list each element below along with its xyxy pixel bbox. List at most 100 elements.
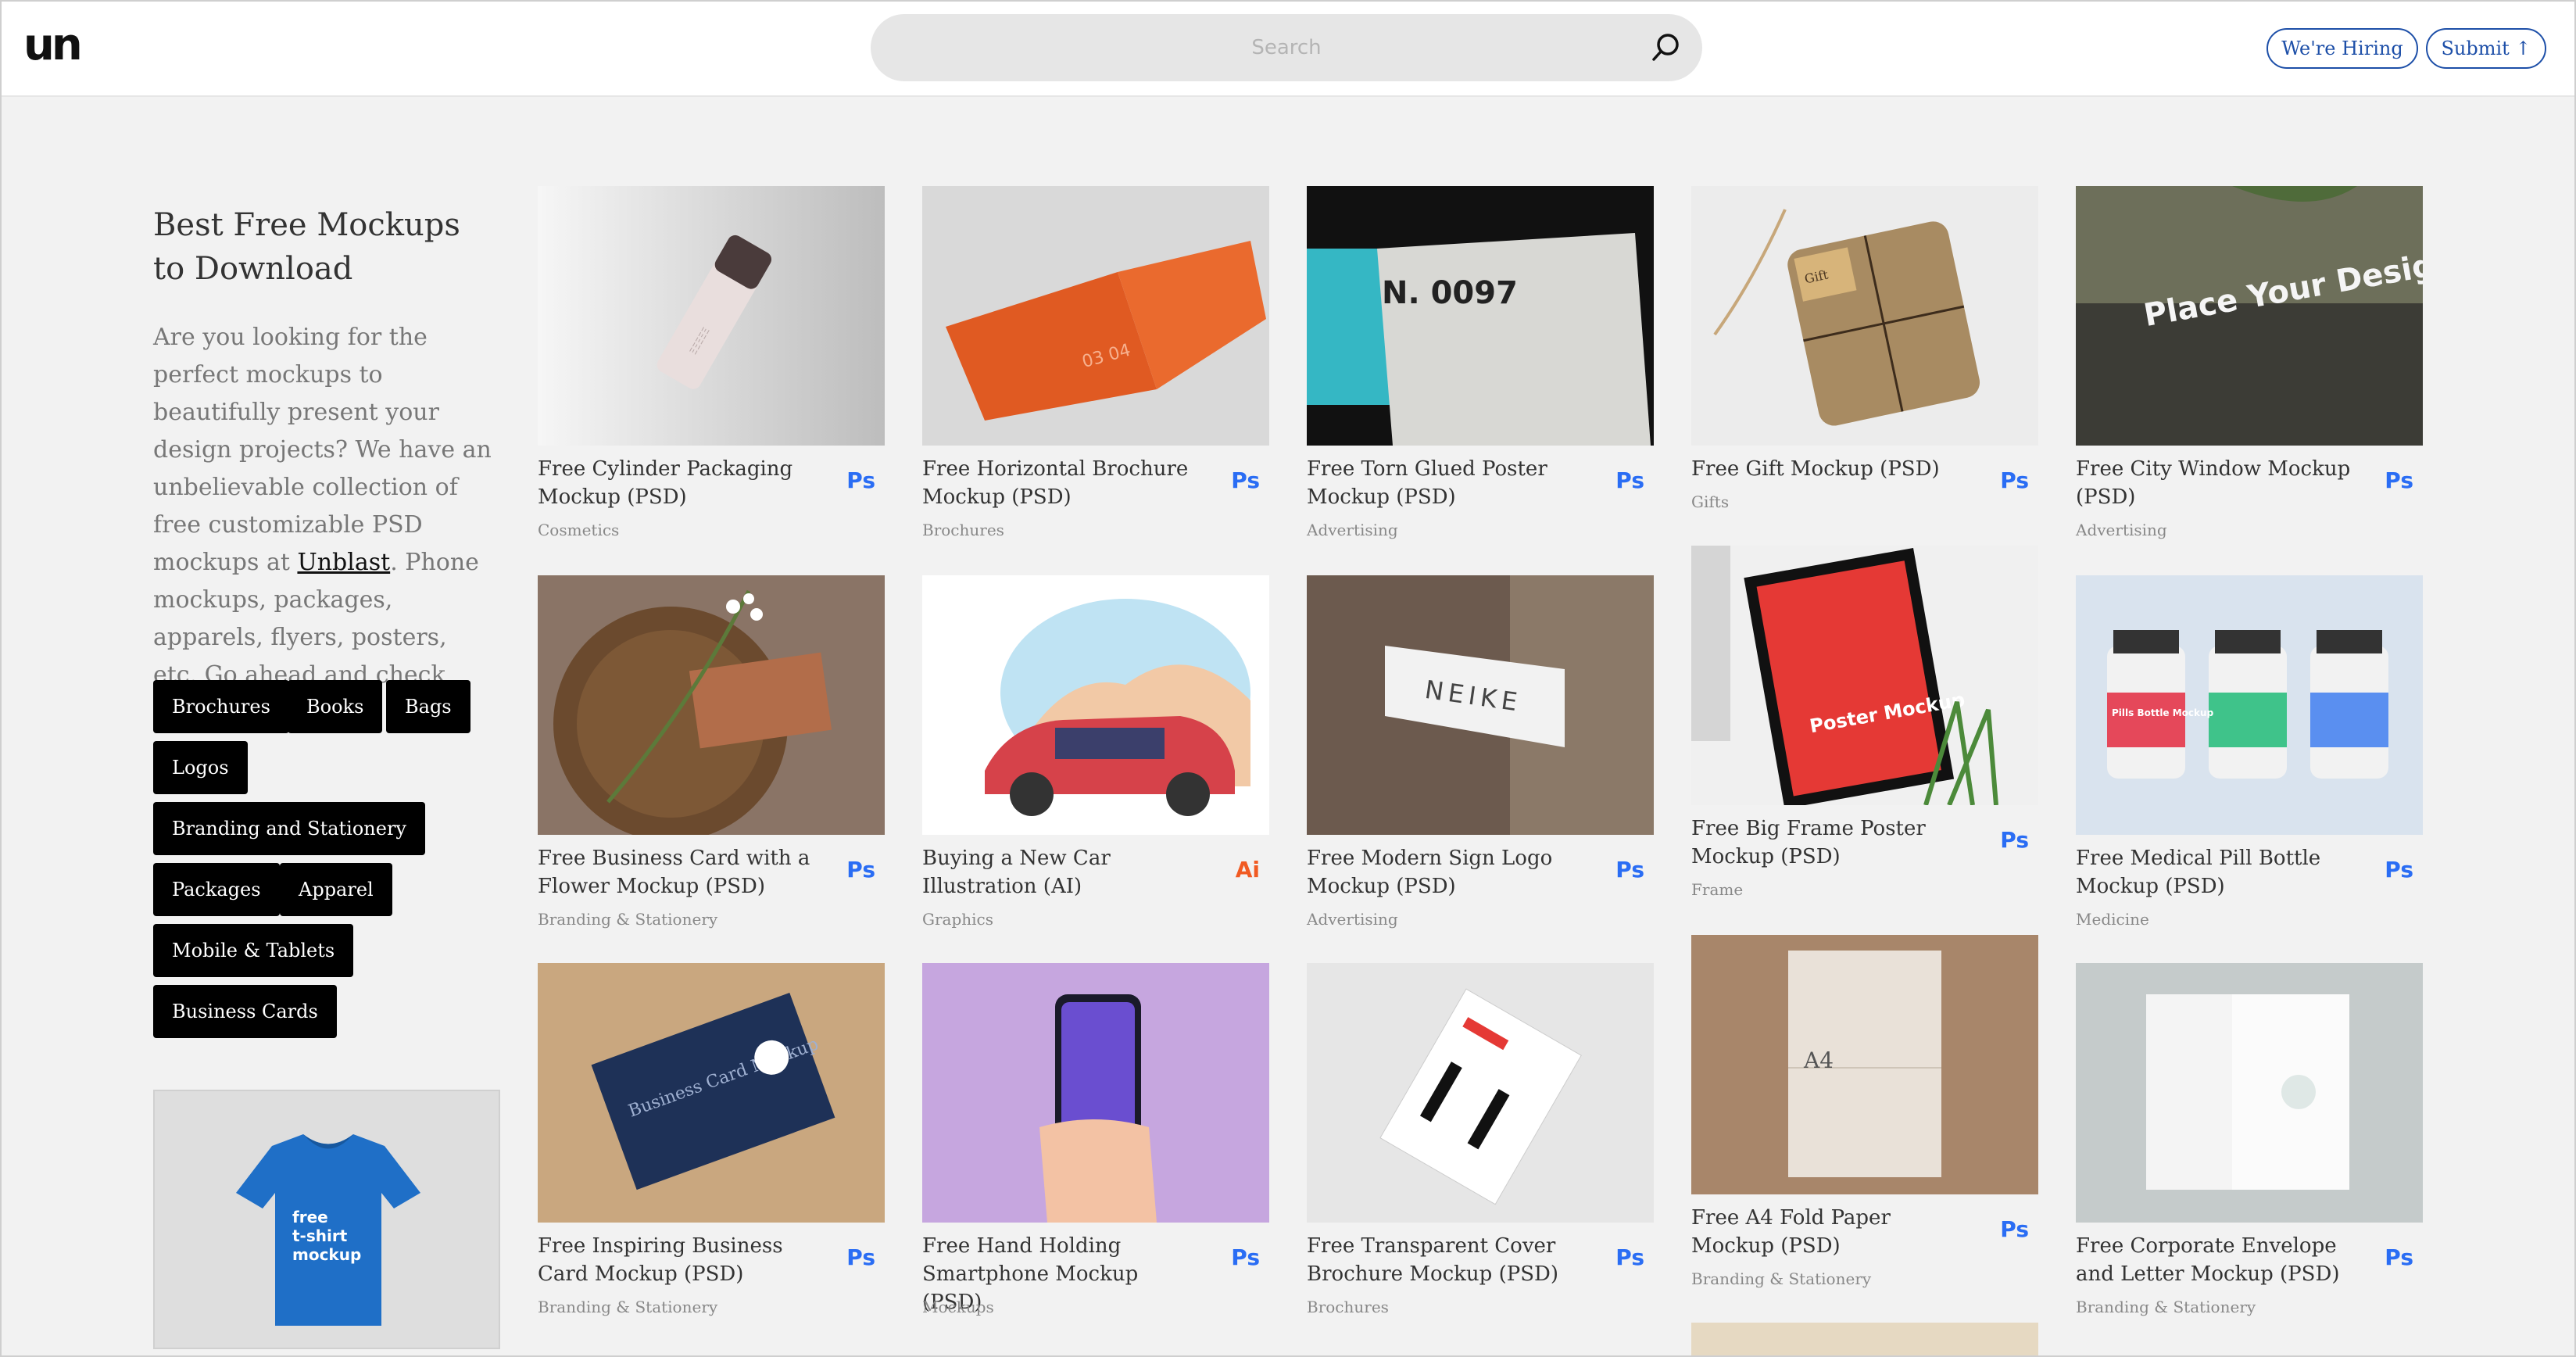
card-thumbnail[interactable]: Gift [1691,186,2038,446]
card-gift[interactable]: Gift Free Gift Mockup (PSD) Ps Gifts [1691,186,2038,511]
photoshop-badge: Ps [1615,1244,1644,1270]
card-thumbnail[interactable] [1691,1323,2038,1357]
tshirt-promo-image[interactable]: free t-shirt mockup [153,1090,500,1349]
photoshop-badge: Ps [2385,1244,2413,1270]
card-title[interactable]: Free City Window Mockup (PSD) [2076,455,2357,511]
card-thumbnail[interactable]: Place Your Design Here [2076,186,2423,446]
tag-packages[interactable]: Packages [153,863,280,916]
card-transparent-cover-brochure[interactable]: Free Transparent Cover Brochure Mockup (… [1307,963,1654,1316]
photoshop-badge: Ps [1231,467,1260,493]
card-a4-fold-paper[interactable]: A4 Free A4 Fold Paper Mockup (PSD) Ps Br… [1691,935,2038,1288]
intro-paragraph: Are you looking for the perfect mockups … [153,319,497,732]
tag-logos[interactable]: Logos [153,741,248,794]
unblast-link[interactable]: Unblast [297,549,390,576]
card-title[interactable]: Free Gift Mockup (PSD) [1691,455,1973,483]
card-thumbnail[interactable]: Pills Bottle Mockup [2076,575,2423,835]
tag-brochures[interactable]: Brochures [153,680,289,733]
card-thumbnail[interactable] [922,963,1269,1223]
tag-books[interactable]: Books [288,680,383,733]
card-category[interactable]: Branding & Stationery [538,1298,717,1316]
tag-bags[interactable]: Bags [386,680,470,733]
card-title[interactable]: Free Torn Glued Poster Mockup (PSD) [1307,455,1588,511]
search-bar[interactable] [871,14,1702,81]
card-torn-glued-poster[interactable]: N. 0097 Free Torn Glued Poster Mockup (P… [1307,186,1654,539]
photoshop-badge: Ps [846,1244,875,1270]
card-inspiring-business-card[interactable]: Business Card Mockup Free Inspiring Busi… [538,963,885,1316]
card-thumbnail[interactable]: N. 0097 [1307,186,1654,446]
card-thumbnail[interactable]: Poster Mockup [1691,546,2038,805]
card-medical-pill-bottle[interactable]: Pills Bottle Mockup Free Medical Pill Bo… [2076,575,2423,929]
tshirt-line3: mockup [292,1245,361,1264]
tag-mobile-tablets[interactable]: Mobile & Tablets [153,924,354,977]
illustrator-badge: Ai [1235,857,1260,883]
tshirt-line2: t-shirt [292,1226,348,1245]
were-hiring-button[interactable]: We're Hiring [2267,28,2418,69]
top-header: un We're Hiring Submit ↑ [0,0,2576,97]
tag-business-cards[interactable]: Business Cards [153,985,337,1038]
page-title: Best Free Mockups to Download [153,207,460,287]
photoshop-badge: Ps [1231,1244,1260,1270]
card-category[interactable]: Branding & Stationery [538,910,717,929]
tag-branding-stationery[interactable]: Branding and Stationery [153,802,425,855]
card-category[interactable]: Gifts [1691,492,1729,511]
card-thumbnail[interactable] [2076,963,2423,1223]
card-thumbnail[interactable]: ΞΞΞΞΞ [538,186,885,446]
card-category[interactable]: Cosmetics [538,521,619,539]
card-title[interactable]: Buying a New Car Illustration (AI) [922,844,1204,900]
card-category[interactable]: Advertising [1307,910,1398,929]
search-icon[interactable] [1649,30,1683,65]
card-business-card-flower[interactable]: Free Business Card with a Flower Mockup … [538,575,885,929]
card-category[interactable]: Frame [1691,880,1743,899]
photoshop-badge: Ps [1615,857,1644,883]
card-title[interactable]: Free Horizontal Brochure Mockup (PSD) [922,455,1204,511]
thumb-label: A4 [1803,1047,1834,1073]
card-thumbnail[interactable] [538,575,885,835]
card-category[interactable]: Medicine [2076,910,2149,929]
card-category[interactable]: Branding & Stationery [1691,1269,1871,1288]
card-hand-smartphone[interactable]: Free Hand Holding Smartphone Mockup (PSD… [922,963,1269,1316]
card-thumbnail[interactable]: NEIKE [1307,575,1654,835]
submit-button[interactable]: Submit ↑ [2426,28,2546,69]
photoshop-badge: Ps [2385,857,2413,883]
card-next-partial[interactable] [1691,1323,2038,1357]
card-category[interactable]: Advertising [1307,521,1398,539]
card-title[interactable]: Free Modern Sign Logo Mockup (PSD) [1307,844,1588,900]
card-modern-sign-logo[interactable]: NEIKE Free Modern Sign Logo Mockup (PSD)… [1307,575,1654,929]
card-title[interactable]: Free Big Frame Poster Mockup (PSD) [1691,815,1973,871]
card-title[interactable]: Free Cylinder Packaging Mockup (PSD) [538,455,819,511]
tshirt-illustration: free t-shirt mockup [155,1091,499,1348]
card-big-frame-poster[interactable]: Poster Mockup Free Big Frame Poster Mock… [1691,546,2038,899]
photoshop-badge: Ps [846,857,875,883]
card-title[interactable]: Free Medical Pill Bottle Mockup (PSD) [2076,844,2357,900]
card-category[interactable]: Advertising [2076,521,2167,539]
card-corporate-envelope[interactable]: Free Corporate Envelope and Letter Mocku… [2076,963,2423,1316]
card-city-window[interactable]: Place Your Design Here Free City Window … [2076,186,2423,539]
photoshop-badge: Ps [2000,1216,2029,1242]
card-category[interactable]: Mockups [922,1298,994,1316]
card-title[interactable]: Free Transparent Cover Brochure Mockup (… [1307,1232,1588,1288]
card-thumbnail[interactable]: 03 04 [922,186,1269,446]
card-category[interactable]: Brochures [922,521,1004,539]
card-category[interactable]: Branding & Stationery [2076,1298,2256,1316]
card-category[interactable]: Brochures [1307,1298,1389,1316]
photoshop-badge: Ps [1615,467,1644,493]
card-title[interactable]: Free Inspiring Business Card Mockup (PSD… [538,1232,819,1288]
card-thumbnail[interactable]: Business Card Mockup [538,963,885,1223]
photoshop-badge: Ps [846,467,875,493]
card-thumbnail[interactable] [1307,963,1654,1223]
card-title[interactable]: Free Corporate Envelope and Letter Mocku… [2076,1232,2357,1288]
card-title[interactable]: Free A4 Fold Paper Mockup (PSD) [1691,1204,1973,1260]
card-thumbnail[interactable] [922,575,1269,835]
card-thumbnail[interactable]: A4 [1691,935,2038,1194]
unblast-logo[interactable]: un [23,22,83,69]
search-input[interactable] [871,14,1702,81]
tag-apparel[interactable]: Apparel [280,863,392,916]
photoshop-badge: Ps [2000,827,2029,853]
intro-text-start: Are you looking for the perfect mockups … [153,324,492,576]
card-title[interactable]: Free Business Card with a Flower Mockup … [538,844,819,900]
thumb-label: N. 0097 [1382,275,1518,311]
card-cylinder-packaging[interactable]: ΞΞΞΞΞ Free Cylinder Packaging Mockup (PS… [538,186,885,539]
card-horizontal-brochure[interactable]: 03 04 Free Horizontal Brochure Mockup (P… [922,186,1269,539]
card-new-car-illustration[interactable]: Buying a New Car Illustration (AI) Ai Gr… [922,575,1269,929]
card-category[interactable]: Graphics [922,910,993,929]
